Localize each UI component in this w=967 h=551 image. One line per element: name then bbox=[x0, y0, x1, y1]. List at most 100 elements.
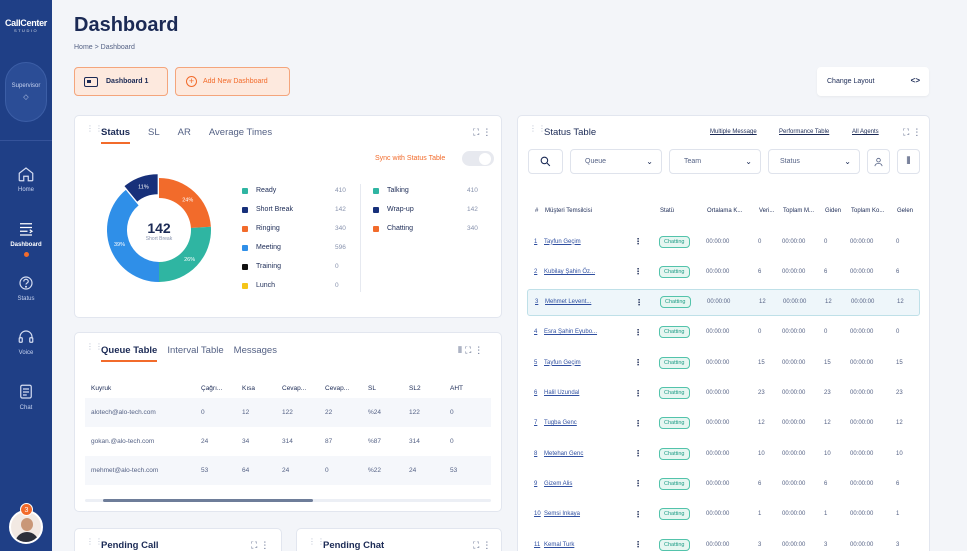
status-column-header[interactable]: # bbox=[535, 208, 545, 214]
sidebar-item-voice[interactable]: Voice bbox=[0, 328, 52, 356]
table-row[interactable]: mehmet@alo-tech.com 53 64 24 0 %22 24 53 bbox=[85, 456, 491, 485]
tab-ar[interactable]: AR bbox=[178, 127, 191, 144]
row-menu-icon[interactable]: ⋮ bbox=[634, 450, 659, 458]
row-menu-icon[interactable]: ⋮ bbox=[634, 268, 659, 276]
expand-icon[interactable]: ⛶ bbox=[465, 345, 474, 355]
status-column-header[interactable]: Toplam M... bbox=[783, 208, 825, 214]
agent-name-link[interactable]: Semsi Inkaya bbox=[544, 511, 634, 517]
queue-column-header[interactable]: SL2 bbox=[409, 385, 450, 392]
expand-icon[interactable]: ⛶ bbox=[251, 540, 260, 550]
status-column-header[interactable]: Müşteri Temsilcisi bbox=[545, 208, 660, 214]
agent-name-link[interactable]: Metehan Genc bbox=[544, 451, 634, 457]
table-row[interactable]: 8 Metehan Genc ⋮ Chatting 00:00:00 10 00:00:00… bbox=[527, 440, 920, 467]
sidebar-item-home[interactable]: Home bbox=[0, 165, 52, 193]
queue-column-header[interactable]: AHT bbox=[450, 385, 480, 392]
status-column-header[interactable]: Statü bbox=[660, 208, 707, 214]
table-row[interactable]: 9 Gizem Alis ⋮ Chatting 00:00:00 6 00:00:00 6 00… bbox=[527, 470, 920, 497]
sidebar-item-status[interactable]: Status bbox=[0, 274, 52, 302]
more-vertical-icon[interactable]: ⋮ bbox=[482, 127, 494, 137]
queue-column-header[interactable]: Cevap... bbox=[325, 385, 368, 392]
role-selector[interactable]: Supervisor ◇ bbox=[5, 62, 47, 122]
team-filter-select[interactable]: Team ⌄ bbox=[669, 149, 761, 174]
expand-icon[interactable]: ⛶ bbox=[473, 127, 482, 137]
agent-name-link[interactable]: Halil Uzundal bbox=[544, 390, 634, 396]
status-column-header[interactable]: Gelen bbox=[897, 208, 927, 214]
table-row[interactable]: 10 Semsi Inkaya ⋮ Chatting 00:00:00 1 00:00:00… bbox=[527, 501, 920, 528]
tab-messages[interactable]: Messages bbox=[234, 345, 277, 362]
status-filter-select[interactable]: Status ⌄ bbox=[768, 149, 860, 174]
agent-name-link[interactable]: Tugba Genc bbox=[544, 420, 634, 426]
drag-handle-icon[interactable]: ⋮⋮ bbox=[86, 538, 103, 549]
horizontal-scrollbar[interactable] bbox=[85, 499, 491, 502]
performance-table-link[interactable]: Performance Table bbox=[779, 129, 829, 135]
table-row[interactable]: gokan.@alo-tech.com 24 34 314 87 %87 314 0 bbox=[85, 427, 491, 456]
agent-name-link[interactable]: Mehmet Levent... bbox=[545, 299, 635, 305]
row-menu-icon[interactable]: ⋮ bbox=[634, 541, 659, 549]
table-row[interactable]: 4 Esra Şahin Eyubo... ⋮ Chatting 00:00:00 0 00… bbox=[527, 319, 920, 346]
row-menu-icon[interactable]: ⋮ bbox=[634, 480, 659, 488]
agent-name-link[interactable]: Tayfun Geçim bbox=[544, 360, 634, 366]
queue-column-header[interactable]: Çağrı... bbox=[201, 385, 242, 392]
queue-filter-select[interactable]: Queue ⌄ bbox=[570, 149, 662, 174]
row-menu-icon[interactable]: ⋮ bbox=[634, 238, 659, 246]
role-label: Supervisor bbox=[11, 83, 41, 89]
status-column-header[interactable]: Ortalama K... bbox=[707, 208, 759, 214]
columns-icon[interactable]: ⦀ bbox=[458, 345, 465, 355]
table-row[interactable]: 3 Mehmet Levent... ⋮ Chatting 00:00:00 12 00:0… bbox=[527, 288, 920, 316]
agent-name-link[interactable]: Kemal Turk bbox=[544, 542, 634, 548]
tab-average-times[interactable]: Average Times bbox=[209, 127, 272, 144]
table-row[interactable]: 6 Halil Uzundal ⋮ Chatting 00:00:00 23 00:00:0… bbox=[527, 380, 920, 407]
table-row[interactable]: 11 Kemal Turk ⋮ Chatting 00:00:00 3 00:00:00 3 0… bbox=[527, 531, 920, 551]
sync-toggle[interactable] bbox=[462, 151, 494, 166]
more-vertical-icon[interactable]: ⋮ bbox=[482, 540, 494, 550]
agent-name-link[interactable]: Tayfun Geçim bbox=[544, 239, 634, 245]
table-row[interactable]: 5 Tayfun Geçim ⋮ Chatting 00:00:00 15 00:00:00… bbox=[527, 349, 920, 376]
change-layout-button[interactable]: Change Layout <> bbox=[817, 67, 929, 96]
table-row[interactable]: alotech@alo-tech.com 0 12 122 22 %24 122 0 bbox=[85, 398, 491, 427]
tab-queue-table[interactable]: Queue Table bbox=[101, 345, 158, 362]
row-menu-icon[interactable]: ⋮ bbox=[634, 389, 659, 397]
queue-column-header[interactable]: Kuyruk bbox=[91, 385, 201, 392]
tab-status[interactable]: Status bbox=[101, 127, 131, 144]
breadcrumb[interactable]: Home > Dashboard bbox=[74, 44, 135, 51]
multiple-message-link[interactable]: Multiple Message bbox=[710, 129, 757, 135]
queue-column-header[interactable]: SL bbox=[368, 385, 409, 392]
sidebar-item-dashboard[interactable]: Dashboard bbox=[0, 220, 52, 257]
agent-name-link[interactable]: Gizem Alis bbox=[544, 481, 634, 487]
drag-handle-icon[interactable]: ⋮⋮ bbox=[529, 125, 546, 136]
queue-column-header[interactable]: Kısa bbox=[242, 385, 282, 392]
row-menu-icon[interactable]: ⋮ bbox=[634, 510, 659, 518]
app-logo[interactable]: CallCenter STUDIO bbox=[4, 18, 48, 33]
expand-icon[interactable]: ⛶ bbox=[473, 540, 482, 550]
drag-handle-icon[interactable]: ⋮⋮ bbox=[308, 538, 325, 549]
table-row[interactable]: 1 Tayfun Geçim ⋮ Chatting 00:00:00 0 00:00:00 0… bbox=[527, 228, 920, 255]
row-menu-icon[interactable]: ⋮ bbox=[634, 419, 659, 427]
more-vertical-icon[interactable]: ⋮ bbox=[260, 540, 272, 550]
expand-icon[interactable]: ⛶ bbox=[903, 127, 912, 137]
all-agents-link[interactable]: All Agents bbox=[852, 129, 879, 135]
search-button[interactable] bbox=[528, 149, 563, 174]
row-menu-icon[interactable]: ⋮ bbox=[635, 298, 660, 306]
tab-sl[interactable]: SL bbox=[148, 127, 160, 144]
row-menu-icon[interactable]: ⋮ bbox=[634, 359, 659, 367]
status-column-header[interactable]: Toplam Ko... bbox=[851, 208, 897, 214]
status-column-header[interactable]: Veri... bbox=[759, 208, 783, 214]
agent-name-link[interactable]: Kubilay Şahin Öz... bbox=[544, 269, 634, 275]
add-dashboard-button[interactable]: + Add New Dashboard bbox=[175, 67, 290, 96]
agent-name-link[interactable]: Esra Şahin Eyubo... bbox=[544, 329, 634, 335]
sidebar-item-chat[interactable]: Chat bbox=[0, 383, 52, 411]
scrollbar-thumb[interactable] bbox=[103, 499, 313, 502]
tab-interval-table[interactable]: Interval Table bbox=[167, 345, 223, 362]
table-row[interactable]: 2 Kubilay Şahin Öz... ⋮ Chatting 00:00:00 6 00… bbox=[527, 258, 920, 285]
more-vertical-icon[interactable]: ⋮ bbox=[474, 345, 486, 355]
row-menu-icon[interactable]: ⋮ bbox=[634, 328, 659, 336]
drag-handle-icon[interactable]: ⋮⋮ bbox=[86, 125, 103, 136]
agent-filter-button[interactable] bbox=[867, 149, 890, 174]
more-vertical-icon[interactable]: ⋮ bbox=[912, 127, 924, 137]
table-row[interactable]: 7 Tugba Genc ⋮ Chatting 00:00:00 12 00:00:00 12… bbox=[527, 410, 920, 437]
queue-column-header[interactable]: Cevap... bbox=[282, 385, 325, 392]
columns-button[interactable]: ⦀ bbox=[897, 149, 920, 174]
dashboard-tab[interactable]: Dashboard 1 bbox=[74, 67, 168, 96]
status-column-header[interactable]: Giden bbox=[825, 208, 851, 214]
drag-handle-icon[interactable]: ⋮⋮ bbox=[86, 343, 103, 354]
